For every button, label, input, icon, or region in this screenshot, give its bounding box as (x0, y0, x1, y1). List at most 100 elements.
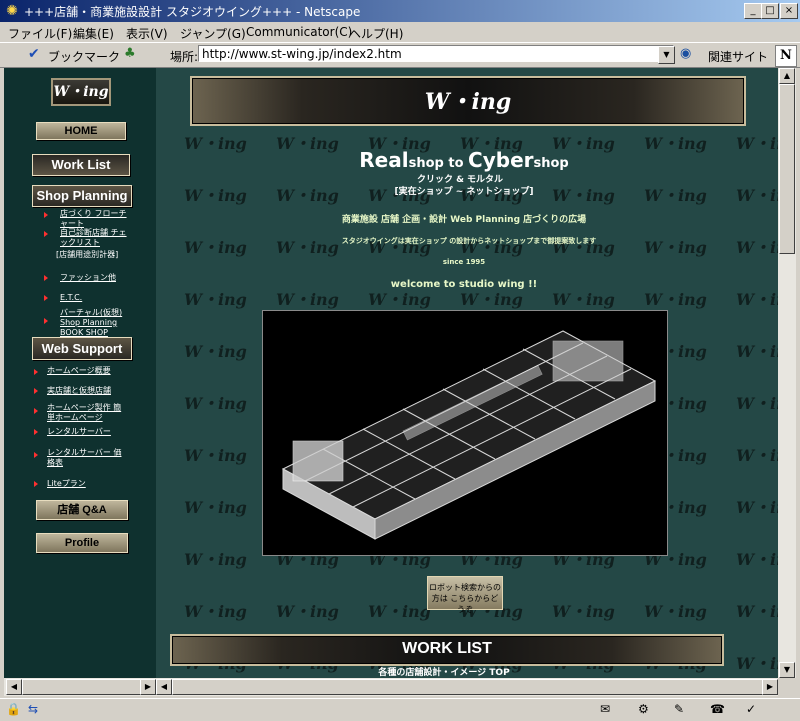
bookmark-icon: ✔ (28, 46, 40, 62)
watermark-logo: W・ing (184, 186, 247, 205)
bullet-icon (34, 369, 38, 375)
headline-shop2: shop (533, 156, 569, 171)
watermark-logo: W・ing (184, 134, 247, 153)
watermark-logo: W・ing (368, 602, 431, 621)
work-list-title: WORK LIST (402, 640, 492, 657)
watermark-logo: W・ing (184, 290, 247, 309)
window-title: +++店舗・商業施設設計 スタジオウイング+++ - Netscape (24, 5, 361, 19)
link-fashion[interactable]: ファッション他 (60, 273, 116, 283)
work-list-button[interactable]: Work List (32, 154, 130, 176)
location-icon: ♣ (124, 46, 136, 61)
watermark-logo: W・ing (644, 186, 707, 205)
horizontal-scrollbar[interactable]: ◀ ▶ ◀ ▶ (4, 678, 778, 696)
home-button[interactable]: HOME (36, 122, 126, 140)
menu-view[interactable]: 表示(V) (126, 25, 168, 42)
scroll-left-arrow[interactable]: ◀ (6, 679, 22, 695)
watermark-logo: W・ing (644, 602, 707, 621)
bullet-icon (34, 481, 38, 487)
work-list-banner: WORK LIST (170, 634, 724, 666)
headline: Realshop to Cybershop (344, 148, 584, 172)
menu-edit[interactable]: 編集(E) (73, 25, 114, 42)
vertical-scroll-thumb[interactable] (779, 84, 795, 254)
bookmarks-button[interactable]: ブックマーク (48, 48, 120, 65)
link-rental-server-price[interactable]: レンタルサーバー 価格表 (47, 448, 127, 468)
connection-icon: ⇆ (28, 702, 39, 716)
scroll-right-arrow-main[interactable]: ▶ (762, 679, 778, 695)
watermark-logo: W・ing (736, 186, 778, 205)
watermark-logo: W・ing (552, 186, 615, 205)
composer-icon[interactable]: ✎ (674, 702, 684, 716)
scroll-up-arrow[interactable]: ▲ (779, 68, 795, 84)
vertical-scrollbar[interactable]: ▲ ▼ (778, 68, 796, 678)
watermark-logo: W・ing (736, 290, 778, 309)
robot-search-button[interactable]: ロボット検索からの方は こちらからどうぞ (427, 576, 503, 614)
netscape-icon: ✺ (6, 3, 18, 19)
url-field[interactable]: http://www.st-wing.jp/index2.htm (198, 45, 674, 62)
related-sites-button[interactable]: 関連サイト (708, 48, 768, 65)
watermark-logo: W・ing (736, 238, 778, 257)
web-support-button[interactable]: Web Support (32, 337, 132, 360)
scroll-left-arrow-main[interactable]: ◀ (156, 679, 172, 695)
close-button[interactable]: × (780, 3, 798, 19)
left-frame-scroll-thumb[interactable] (22, 679, 144, 695)
browser-window: ✺ +++店舗・商業施設設計 スタジオウイング+++ - Netscape _ … (0, 0, 800, 720)
globe-icon: ◉ (680, 46, 692, 61)
bullet-icon (34, 388, 38, 394)
mail-icon[interactable]: ✉ (600, 702, 610, 716)
watermark-logo: W・ing (552, 602, 615, 621)
maximize-button[interactable]: □ (761, 3, 779, 19)
menu-go[interactable]: ジャンプ(G) (180, 25, 246, 42)
watermark-logo: W・ing (736, 394, 778, 413)
status-check-icon: ✓ (746, 702, 757, 716)
menu-help[interactable]: ヘルプ(H) (349, 25, 403, 42)
watermark-logo: W・ing (184, 342, 247, 361)
watermark-logo: W・ing (276, 602, 339, 621)
watermark-logo: W・ing (184, 550, 247, 569)
watermark-logo: W・ing (736, 654, 778, 673)
bullet-icon (44, 318, 48, 324)
security-lock-icon: 🔒 (6, 702, 21, 716)
watermark-logo: W・ing (644, 134, 707, 153)
menu-file[interactable]: ファイル(F) (8, 25, 72, 42)
profile-button[interactable]: Profile (36, 533, 128, 553)
watermark-logo: W・ing (184, 602, 247, 621)
watermark-logo: W・ing (184, 238, 247, 257)
since-text: since 1995 (442, 258, 486, 266)
link-homepage-overview[interactable]: ホームページ概要 (47, 366, 111, 376)
top-banner: W・ing (190, 76, 746, 126)
banner-logo: W・ing (424, 89, 512, 115)
status-bar: 🔒 ⇆ ✉ ⚙ ✎ ☎ ✓ (0, 698, 800, 721)
main-frame-scroll-thumb[interactable] (172, 679, 764, 695)
scroll-down-arrow[interactable]: ▼ (779, 662, 795, 678)
watermark-logo: W・ing (736, 342, 778, 361)
link-flowchart[interactable]: 店づくり フローチャート (60, 209, 130, 229)
shop-planning-button[interactable]: Shop Planning (32, 185, 132, 207)
link-rental-server[interactable]: レンタルサーバー (47, 427, 111, 437)
link-checklist[interactable]: 自己診断店舗 チェックリスト (60, 228, 130, 248)
scroll-right-arrow-left-frame[interactable]: ▶ (140, 679, 156, 695)
headline-real: Real (359, 148, 409, 172)
sidebar: W・ing HOME Work List Shop Planning 店づくり … (4, 68, 156, 678)
link-lite-plan[interactable]: Liteプラン (47, 479, 86, 489)
watermark-logo: W・ing (184, 498, 247, 517)
url-dropdown-button[interactable]: ▼ (658, 46, 675, 64)
watermark-logo: W・ing (644, 290, 707, 309)
watermark-logo: W・ing (736, 134, 778, 153)
component-icon[interactable]: ⚙ (638, 702, 649, 716)
link-real-virtual[interactable]: 実店舗と仮想店舗 (47, 386, 111, 396)
watermark-logo: W・ing (736, 602, 778, 621)
menu-communicator[interactable]: Communicator(C) (246, 25, 352, 39)
watermark-logo: W・ing (736, 446, 778, 465)
conference-icon[interactable]: ☎ (710, 702, 725, 716)
bullet-icon (34, 452, 38, 458)
link-virtual-shop[interactable]: バーチャル(仮想) Shop Planning BOOK SHOP (60, 308, 132, 338)
bullet-icon (34, 408, 38, 414)
link-etc[interactable]: E.T.C. (60, 293, 82, 303)
bullet-icon (44, 275, 48, 281)
location-label: 場所: (170, 50, 199, 64)
bullet-icon (44, 231, 48, 237)
qa-button[interactable]: 店舗 Q&A (36, 500, 128, 520)
link-homepage-production[interactable]: ホームページ製作 簡単ホームページ (47, 403, 127, 423)
minimize-button[interactable]: _ (744, 3, 762, 19)
sidebar-logo[interactable]: W・ing (51, 78, 111, 106)
